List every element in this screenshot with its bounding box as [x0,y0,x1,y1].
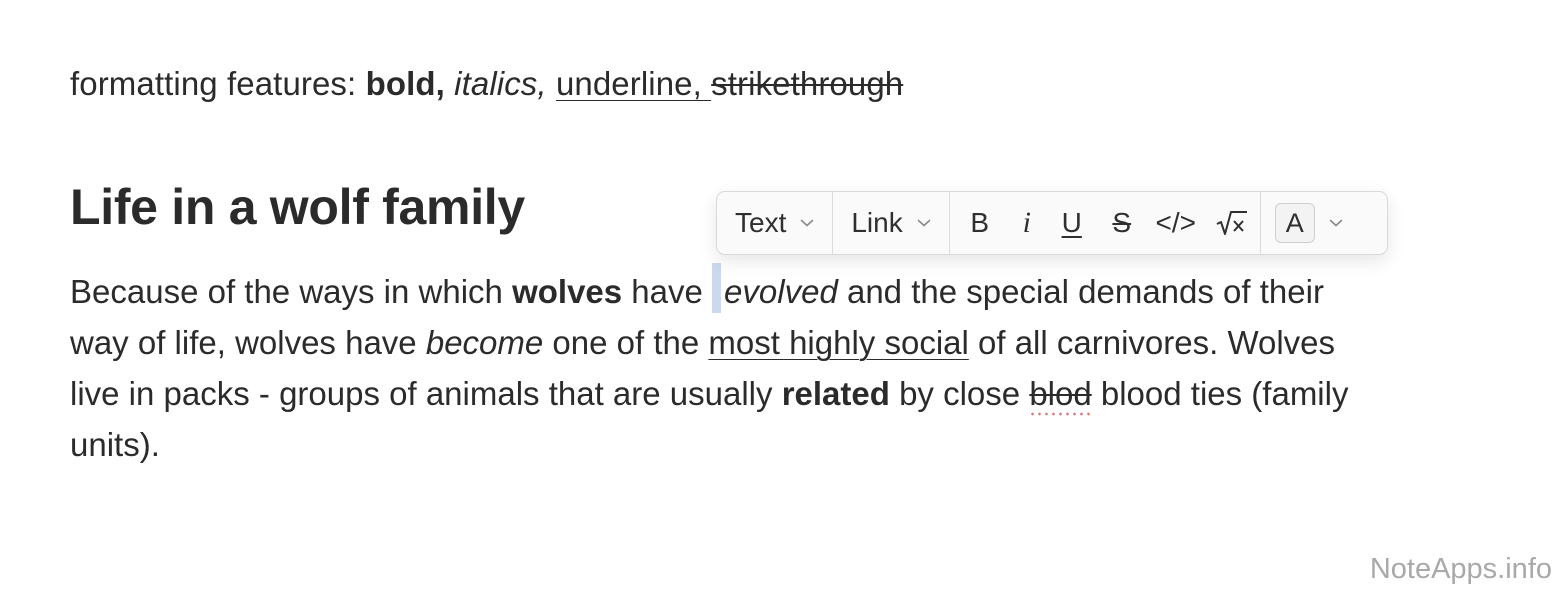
text-cursor [712,263,722,314]
math-button[interactable] [1204,192,1260,254]
watermark: NoteApps.info [1369,553,1552,585]
formatting-features-line: formatting features: bold, italics, unde… [70,62,903,106]
link-group: Link [833,192,948,254]
text-color-dropdown[interactable] [1315,192,1357,254]
paragraph-line-1: Because of the ways in which wolves have… [70,263,1510,317]
bold-run: related [781,375,890,412]
block-type-group: Text [717,192,832,254]
misspelled-word[interactable]: blod [1029,375,1092,416]
text-run: by close [889,375,1030,412]
italic-sample: italics, [454,65,547,102]
strikethrough-sample: strikethrough [711,65,904,102]
bold-run: wolves [512,273,623,310]
line1-prefix: formatting features: [70,65,366,102]
italic-run: evolved [724,273,838,310]
underline-sample: underline, [555,65,712,102]
code-button[interactable]: </> [1148,192,1204,254]
paragraph-line-2: way of life, wolves have become one of t… [70,317,1510,368]
bold-button[interactable]: B [954,192,1006,254]
paragraph-line-3: live in packs - groups of animals that a… [70,368,1510,419]
math-formula-icon [1216,211,1247,235]
text-style-label: Text [735,207,787,238]
section-heading: Life in a wolf family [70,179,525,235]
underline-run: most highly social [708,324,969,361]
wolf-paragraph[interactable]: Because of the ways in which wolves have… [70,263,1510,470]
italic-run: become [425,324,544,361]
text-run: way of life, wolves have [70,324,426,361]
text-style-dropdown[interactable]: Text [717,192,832,254]
text-run: and the special demands of their [837,273,1324,310]
chevron-down-icon [801,219,814,227]
strikethrough-button[interactable]: S [1096,192,1148,254]
chevron-down-icon [917,219,931,227]
strikethrough-run: blod [1029,375,1092,412]
color-group: A [1261,192,1357,254]
chevron-down-icon [1329,219,1343,227]
text-color-button[interactable]: A [1274,203,1315,243]
link-dropdown[interactable]: Link [833,192,948,254]
text-run: Because of the ways in which [70,273,513,310]
inline-format-group: B i U S </> [950,192,1260,254]
paragraph-line-4: units). [70,426,160,463]
underline-button[interactable]: U [1048,192,1096,254]
bold-sample: bold, [365,65,445,102]
spellcheck-underline [1029,412,1092,416]
link-label: Link [851,207,903,238]
text-run: live in packs - groups of animals that a… [70,375,782,412]
italic-button[interactable]: i [1006,192,1048,254]
text-run: one of the [543,324,709,361]
text-run: blood ties (family [1091,375,1349,412]
text-run: of all carnivores. Wolves [968,324,1336,361]
text-run: have [622,273,713,310]
formatting-toolbar: Text Link B i U S </> A [716,191,1388,255]
